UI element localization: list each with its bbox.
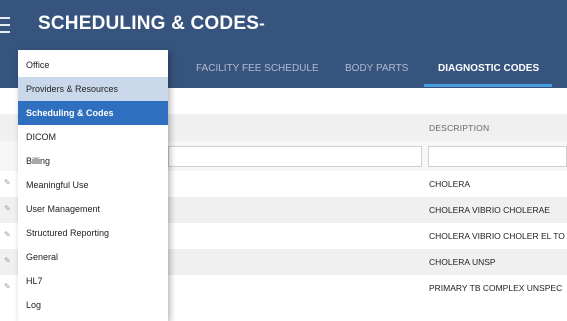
title-bar: SCHEDULING & CODES- — [0, 0, 567, 50]
dropdown-caret-icon: - — [259, 14, 265, 33]
menu-item-scheduling-codes[interactable]: Scheduling & Codes — [18, 101, 168, 125]
menu-item-log[interactable]: Log — [18, 293, 168, 317]
description-cell: PRIMARY TB COMPLEX UNSPEC — [429, 283, 563, 293]
code-filter-input[interactable] — [168, 146, 422, 167]
menu-item-dicom[interactable]: DICOM — [18, 125, 168, 149]
menu-item-meaningful-use[interactable]: Meaningful Use — [18, 173, 168, 197]
section-nav-dropdown: Office Providers & Resources Scheduling … — [18, 50, 168, 321]
description-cell: CHOLERA UNSP — [429, 257, 496, 267]
menu-item-general[interactable]: General — [18, 245, 168, 269]
edit-icon[interactable]: ✎ — [4, 230, 11, 239]
hamburger-menu-icon[interactable] — [0, 17, 10, 33]
menu-item-billing[interactable]: Billing — [18, 149, 168, 173]
description-cell: CHOLERA VIBRIO CHOLER EL TO — [429, 231, 565, 241]
edit-icon[interactable]: ✎ — [4, 282, 11, 291]
tab-diagnostic-codes[interactable]: DIAGNOSTIC CODES — [438, 63, 539, 74]
description-cell: CHOLERA — [429, 179, 471, 189]
menu-item-office[interactable]: Office — [18, 53, 168, 77]
edit-icon[interactable]: ✎ — [4, 204, 11, 213]
menu-item-structured-reporting[interactable]: Structured Reporting — [18, 221, 168, 245]
edit-icon[interactable]: ✎ — [4, 178, 11, 187]
menu-item-user-management[interactable]: User Management — [18, 197, 168, 221]
menu-item-hl7[interactable]: HL7 — [18, 269, 168, 293]
description-filter-input[interactable] — [428, 146, 567, 167]
tab-body-parts[interactable]: BODY PARTS — [345, 63, 408, 74]
edit-icon[interactable]: ✎ — [4, 256, 11, 265]
active-tab-indicator — [424, 84, 552, 87]
tab-facility-fee-schedule[interactable]: FACILITY FEE SCHEDULE — [196, 63, 319, 74]
section-title: SCHEDULING & CODES — [38, 13, 260, 34]
column-header-description[interactable]: DESCRIPTION — [429, 123, 489, 133]
description-cell: CHOLERA VIBRIO CHOLERAE — [429, 205, 550, 215]
section-title-dropdown[interactable]: SCHEDULING & CODES- — [38, 13, 265, 35]
menu-item-providers-resources[interactable]: Providers & Resources — [18, 77, 168, 101]
